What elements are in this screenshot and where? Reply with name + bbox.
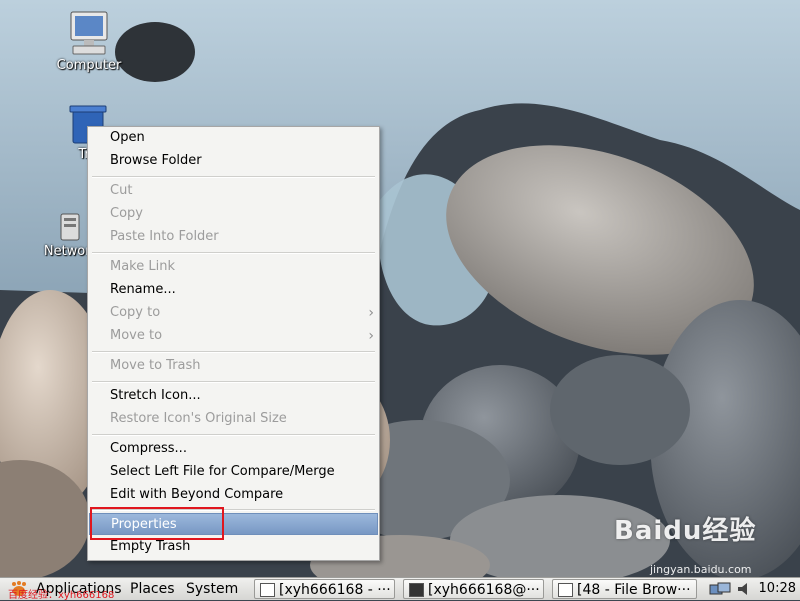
computer-icon (70, 11, 108, 55)
chevron-right-icon: › (368, 328, 374, 344)
network-status-icon[interactable] (708, 581, 732, 597)
annotation-highlight-box (90, 507, 224, 540)
file-browser-icon (558, 583, 573, 597)
desktop-icon-computer[interactable]: Computer (44, 10, 134, 73)
menu-item-open[interactable]: Open (89, 127, 378, 149)
panel-menu-system[interactable]: System (186, 578, 238, 600)
menu-item-label: Copy (110, 206, 143, 221)
menu-item-paste-into-folder: Paste Into Folder (89, 226, 378, 248)
menu-item-label: Rename... (110, 282, 176, 297)
menu-item-move-to-trash: Move to Trash (89, 355, 378, 377)
panel-menu-places[interactable]: Places (130, 578, 175, 600)
menu-item-edit-beyond-compare[interactable]: Edit with Beyond Compare (89, 484, 378, 506)
panel-clock[interactable]: 10:28 (759, 578, 796, 600)
taskbar-button-label: [48 - File Brow··· (577, 582, 691, 598)
taskbar-button-terminal[interactable]: [xyh666168@··· (403, 579, 544, 599)
bottom-panel: Applications Places System [xyh666168 - … (0, 577, 800, 600)
taskbar-button-label: [xyh666168@··· (428, 582, 540, 598)
menu-item-restore-icon-size: Restore Icon's Original Size (89, 408, 378, 430)
menu-item-label: Copy to (110, 305, 161, 320)
menu-item-select-left-file-compare[interactable]: Select Left File for Compare/Merge (89, 461, 378, 483)
menu-item-label: Edit with Beyond Compare (110, 487, 284, 502)
menu-item-label: Empty Trash (110, 539, 191, 554)
window-icon (260, 583, 275, 597)
volume-icon[interactable] (736, 581, 754, 597)
menu-separator (92, 176, 375, 178)
menu-item-browse-folder[interactable]: Browse Folder (89, 150, 378, 172)
menu-item-label: Browse Folder (110, 153, 202, 168)
menu-item-label: Compress... (110, 441, 187, 456)
menu-item-label: Stretch Icon... (110, 388, 201, 403)
menu-item-copy-to: Copy to › (89, 302, 378, 324)
desktop-icon-label: Computer (56, 58, 122, 73)
menu-item-rename[interactable]: Rename... (89, 279, 378, 301)
menu-item-label: Restore Icon's Original Size (110, 411, 287, 426)
menu-item-compress[interactable]: Compress... (89, 438, 378, 460)
author-watermark: 百度经验：xyh666168 (8, 590, 115, 601)
menu-item-label: Open (110, 130, 145, 145)
menu-item-copy: Copy (89, 203, 378, 225)
chevron-right-icon: › (368, 305, 374, 321)
menu-item-label: Move to (110, 328, 163, 343)
menu-item-stretch-icon[interactable]: Stretch Icon... (89, 385, 378, 407)
menu-item-label: Move to Trash (110, 358, 201, 373)
menu-item-label: Select Left File for Compare/Merge (110, 464, 335, 479)
menu-separator (92, 351, 375, 353)
menu-item-label: Make Link (110, 259, 175, 274)
taskbar-button-window-1[interactable]: [xyh666168 - ··· (254, 579, 395, 599)
menu-separator (92, 252, 375, 254)
menu-separator (92, 434, 375, 436)
taskbar-button-file-browser[interactable]: [48 - File Brow··· (552, 579, 697, 599)
baidu-watermark-url: jingyan.baidu.com (650, 563, 752, 576)
taskbar-button-label: [xyh666168 - ··· (279, 582, 391, 598)
terminal-icon (409, 583, 424, 597)
context-menu: Open Browse Folder Cut Copy Paste Into F… (87, 126, 380, 561)
baidu-watermark: Baidu经验 (614, 516, 757, 546)
menu-item-cut: Cut (89, 180, 378, 202)
menu-item-label: Paste Into Folder (110, 229, 219, 244)
menu-item-make-link: Make Link (89, 256, 378, 278)
menu-separator (92, 381, 375, 383)
menu-item-label: Cut (110, 183, 133, 198)
menu-item-move-to: Move to › (89, 325, 378, 347)
